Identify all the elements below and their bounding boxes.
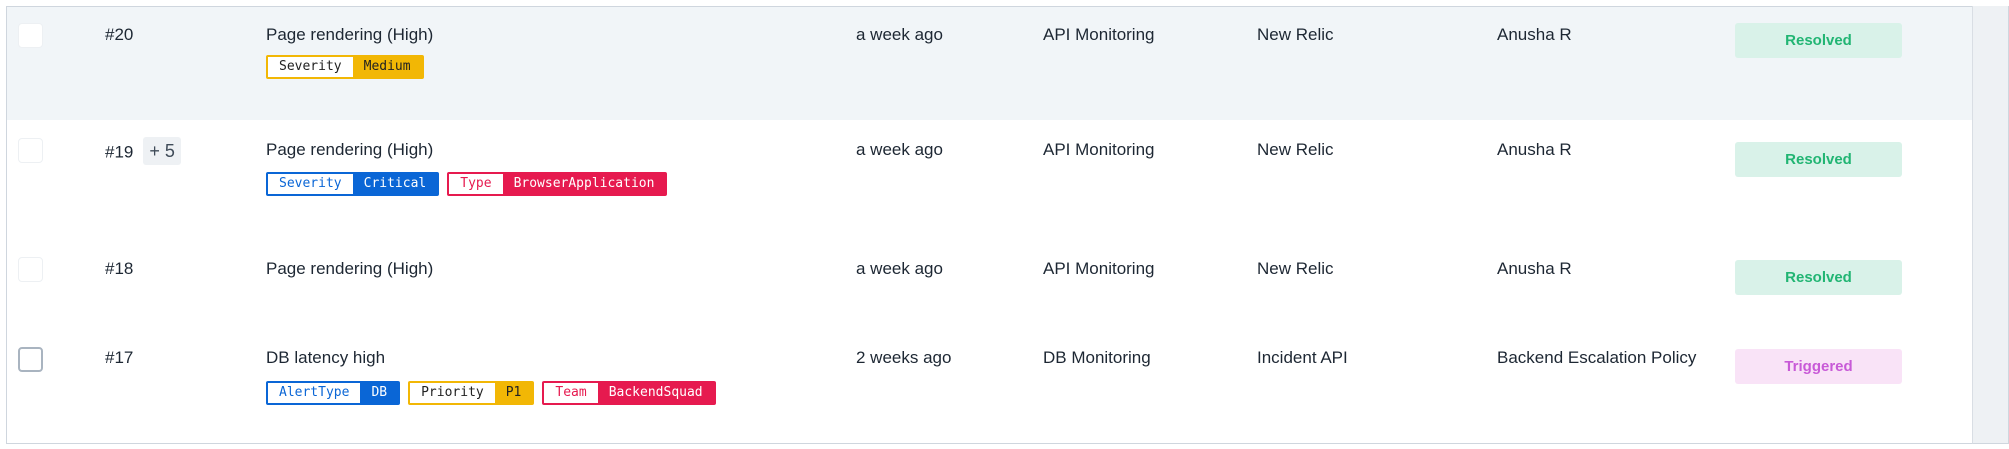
incident-title[interactable]: Page rendering (High)	[266, 258, 433, 280]
tag-key: Type	[449, 174, 503, 194]
created-time: a week ago	[856, 25, 943, 44]
incident-title[interactable]: DB latency high	[266, 347, 385, 369]
tag-value: BackendSquad	[597, 383, 714, 403]
row-checkbox[interactable]	[18, 257, 43, 282]
incident-id: #17	[105, 348, 134, 367]
tag-key: AlertType	[268, 383, 361, 403]
created-time: a week ago	[856, 140, 943, 159]
assignee: Anusha R	[1497, 140, 1572, 159]
incident-id-cell: #19 + 5	[105, 137, 181, 167]
alert-source: Incident API	[1257, 348, 1348, 367]
tag-key: Priority	[410, 383, 495, 403]
assignee: Anusha R	[1497, 259, 1572, 278]
created-time: a week ago	[856, 259, 943, 278]
tag-key: Team	[544, 383, 598, 403]
row-checkbox[interactable]	[18, 23, 43, 48]
status-badge: Resolved	[1735, 23, 1902, 58]
incident-title[interactable]: Page rendering (High)	[266, 139, 433, 161]
row-checkbox[interactable]	[18, 138, 43, 163]
service-name[interactable]: API Monitoring	[1043, 258, 1155, 280]
tag-list: AlertType DB Priority P1 Team BackendSqu…	[266, 381, 724, 405]
service-name[interactable]: DB Monitoring	[1043, 347, 1151, 369]
table-row[interactable]: #20 Page rendering (High) Severity Mediu…	[7, 7, 1973, 121]
incident-id: #19	[105, 142, 134, 162]
tag-severity[interactable]: Severity Critical	[266, 172, 440, 196]
status-badge: Triggered	[1735, 349, 1902, 384]
assignee: Backend Escalation Policy	[1497, 348, 1697, 367]
tag-severity[interactable]: Severity Medium	[266, 55, 424, 79]
incident-id-cell: #17	[105, 347, 133, 369]
status-badge: Resolved	[1735, 142, 1902, 177]
incident-table: #20 Page rendering (High) Severity Mediu…	[6, 6, 1973, 444]
more-incidents-count[interactable]: + 5	[143, 137, 181, 165]
tag-value: Critical	[352, 174, 438, 194]
row-checkbox[interactable]	[18, 347, 43, 372]
tag-key: Severity	[268, 57, 353, 77]
table-row[interactable]: #18 Page rendering (High) a week ago API…	[7, 238, 1973, 327]
incident-id-cell: #18	[105, 258, 133, 280]
alert-source: New Relic	[1257, 25, 1334, 44]
tag-value: P1	[494, 383, 533, 403]
assignee: Anusha R	[1497, 25, 1572, 44]
created-time: 2 weeks ago	[856, 348, 952, 367]
incident-id-cell: #20	[105, 24, 133, 46]
incident-id: #20	[105, 25, 134, 44]
vertical-scrollbar[interactable]	[1972, 6, 2009, 444]
tag-type[interactable]: Type BrowserApplication	[447, 172, 668, 196]
alert-source: New Relic	[1257, 259, 1334, 278]
table-row[interactable]: #19 + 5 Page rendering (High) Severity Cr…	[7, 120, 1973, 239]
status-badge: Resolved	[1735, 260, 1902, 295]
tag-list: Severity Medium	[266, 55, 432, 79]
tag-alerttype[interactable]: AlertType DB	[266, 381, 401, 405]
incident-id: #18	[105, 259, 134, 278]
service-name[interactable]: API Monitoring	[1043, 139, 1155, 161]
tag-value: DB	[360, 383, 399, 403]
incident-title[interactable]: Page rendering (High)	[266, 24, 433, 46]
tag-key: Severity	[268, 174, 353, 194]
alert-source: New Relic	[1257, 140, 1334, 159]
tag-value: BrowserApplication	[502, 174, 666, 194]
service-name[interactable]: API Monitoring	[1043, 24, 1155, 46]
tag-list: Severity Critical Type BrowserApplicatio…	[266, 172, 675, 196]
tag-priority[interactable]: Priority P1	[408, 381, 535, 405]
tag-team[interactable]: Team BackendSquad	[542, 381, 716, 405]
table-row[interactable]: #17 DB latency high AlertType DB Priorit…	[7, 326, 1973, 443]
tag-value: Medium	[352, 57, 422, 77]
